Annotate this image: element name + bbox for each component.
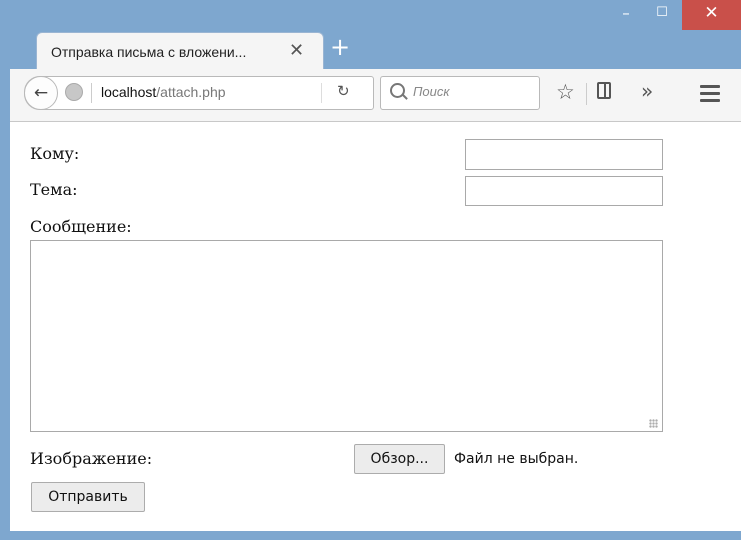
to-input[interactable]: [465, 139, 663, 170]
message-textarea[interactable]: [30, 240, 663, 432]
new-tab-button[interactable]: +: [330, 34, 350, 60]
back-button[interactable]: ←: [24, 76, 58, 110]
navigation-bar: ← localhost/attach.php ↻ Поиск ☆ »: [10, 69, 741, 121]
url-text[interactable]: localhost/attach.php: [101, 84, 226, 100]
image-label: Изображение:: [30, 449, 153, 468]
reading-list-icon[interactable]: [597, 82, 611, 99]
toolbar-separator: [586, 83, 587, 105]
subject-input[interactable]: [465, 176, 663, 206]
search-icon: [390, 83, 405, 98]
tab-active[interactable]: Отправка письма с вложени... ✕: [36, 32, 324, 71]
url-separator: [91, 83, 92, 103]
globe-icon[interactable]: [65, 83, 83, 101]
tab-title: Отправка письма с вложени...: [51, 44, 247, 60]
browse-button[interactable]: Обзор...: [354, 444, 445, 474]
to-label: Кому:: [30, 144, 80, 163]
reload-icon[interactable]: ↻: [337, 82, 350, 100]
resize-grip-icon[interactable]: [649, 419, 658, 428]
close-window-button[interactable]: ✕: [682, 0, 741, 30]
file-status: Файл не выбран.: [454, 451, 579, 467]
subject-label: Тема:: [30, 180, 78, 199]
message-label: Сообщение:: [30, 217, 132, 236]
overflow-chevron-icon[interactable]: »: [641, 79, 653, 103]
page-content: Кому: Тема: Сообщение: Изображение: Обзо…: [10, 121, 741, 532]
url-bar[interactable]: ← localhost/attach.php ↻: [24, 76, 374, 110]
window-border: [0, 531, 741, 540]
hamburger-menu-icon[interactable]: [700, 85, 720, 106]
bookmark-star-icon[interactable]: ☆: [556, 80, 575, 104]
submit-button[interactable]: Отправить: [31, 482, 145, 512]
tab-close-icon[interactable]: ✕: [289, 39, 304, 63]
search-input[interactable]: Поиск: [380, 76, 540, 110]
url-separator: [321, 83, 322, 103]
browser-window: – ☐ ✕ Отправка письма с вложени... ✕ + ←…: [0, 0, 741, 540]
minimize-button[interactable]: –: [606, 0, 646, 30]
title-bar: – ☐ ✕ Отправка письма с вложени... ✕ +: [0, 0, 741, 71]
url-path: /attach.php: [156, 84, 226, 100]
url-host: localhost: [101, 84, 157, 100]
maximize-button[interactable]: ☐: [642, 0, 682, 30]
search-placeholder: Поиск: [413, 84, 450, 99]
